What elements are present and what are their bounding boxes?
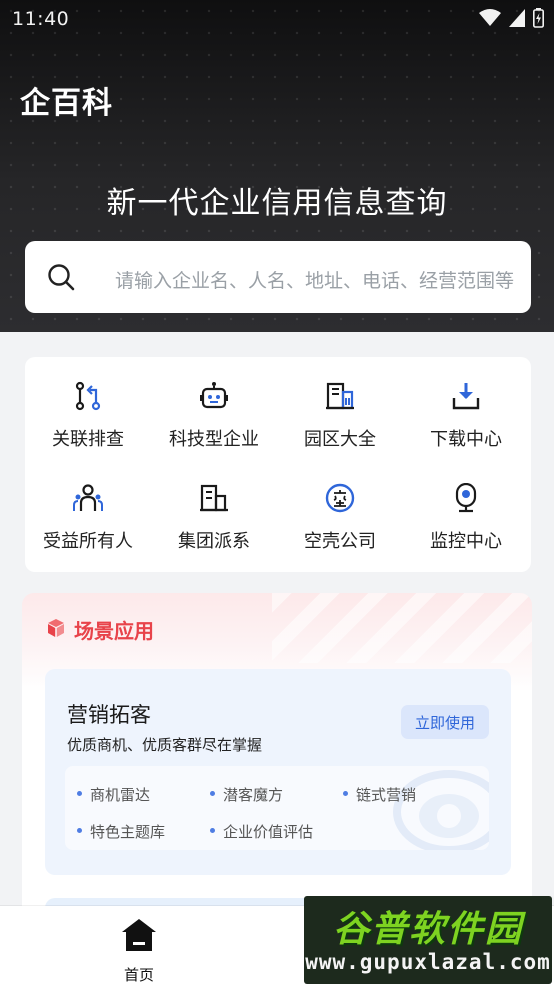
feature-item[interactable]: 特色主题库 [77, 821, 165, 842]
marketing-feature-list: 商机雷达 潜客魔方 链式营销 特色主题库 企业价值评估 [65, 766, 489, 850]
quick-tools-card: 关联排查 科技型企业 园区大全 下载中心 受益所有人 集团派系 空壳公司 监控中… [25, 357, 531, 572]
tool-relation-check[interactable]: 关联排查 [25, 357, 151, 450]
cube-icon [46, 618, 66, 642]
home-icon [121, 918, 157, 956]
shell-company-icon [325, 483, 355, 513]
search-icon [47, 263, 75, 295]
buildings-icon [199, 483, 229, 513]
watermark-logo: 谷普软件园 www.gupuxlazal.com [304, 896, 552, 984]
tool-label: 园区大全 [304, 429, 376, 450]
eye-emblem-icon [379, 766, 489, 850]
decorative-stripes [272, 593, 532, 663]
tool-label: 关联排查 [52, 429, 124, 450]
scene-title: 场景应用 [74, 619, 154, 643]
tool-shell-company[interactable]: 空壳公司 [277, 459, 403, 552]
tool-monitor-center[interactable]: 监控中心 [403, 459, 529, 552]
nav-home[interactable]: 首页 [98, 914, 180, 984]
tool-label: 监控中心 [430, 531, 502, 552]
feature-item[interactable]: 商机雷达 [77, 784, 150, 805]
feature-item[interactable]: 企业价值评估 [210, 821, 313, 842]
relation-check-icon [73, 381, 103, 411]
scene-header: 场景应用 [46, 615, 154, 644]
hero-title: 新一代企业信用信息查询 [106, 186, 448, 221]
status-time: 11:40 [12, 8, 70, 30]
battery-icon [533, 8, 544, 33]
tool-label: 空壳公司 [304, 531, 376, 552]
search-box[interactable]: 请输入企业名、人名、地址、电话、经营范围等 [25, 241, 531, 313]
status-icons [479, 8, 544, 33]
tool-download-center[interactable]: 下载中心 [403, 357, 529, 450]
signal-icon [509, 9, 525, 32]
watermark-title: 谷普软件园 [332, 909, 523, 950]
search-placeholder: 请输入企业名、人名、地址、电话、经营范围等 [115, 270, 515, 292]
feature-item[interactable]: 潜客魔方 [210, 784, 283, 805]
header-hero: 11:40 企百科 新一代企业信用信息查询 请输入企业名、人名、地址、电话、经营… [0, 0, 554, 332]
wifi-icon [479, 9, 501, 32]
tool-group-faction[interactable]: 集团派系 [151, 459, 277, 552]
marketing-title: 营销拓客 [67, 703, 151, 727]
app-brand: 企百科 [20, 86, 113, 121]
people-icon [73, 483, 103, 513]
tool-label: 科技型企业 [169, 429, 259, 450]
marketing-card[interactable]: 营销拓客 优质商机、优质客群尽在掌握 立即使用 商机雷达 潜客魔方 链式营销 特… [45, 669, 511, 875]
tool-tech-enterprise[interactable]: 科技型企业 [151, 357, 277, 450]
robot-icon [199, 381, 229, 411]
tool-label: 集团派系 [178, 531, 250, 552]
watermark-url: www.gupuxlazal.com [305, 950, 551, 974]
camera-icon [451, 482, 481, 513]
download-icon [451, 381, 481, 411]
tool-label: 受益所有人 [43, 531, 133, 552]
status-bar: 11:40 [0, 0, 554, 38]
tool-beneficial-owner[interactable]: 受益所有人 [25, 459, 151, 552]
use-now-button[interactable]: 立即使用 [401, 705, 489, 739]
scene-application-card: 场景应用 营销拓客 优质商机、优质客群尽在掌握 立即使用 商机雷达 潜客魔方 链… [22, 593, 532, 923]
building-icon [325, 381, 355, 411]
tool-park-directory[interactable]: 园区大全 [277, 357, 403, 450]
nav-home-label: 首页 [123, 966, 154, 984]
marketing-subtitle: 优质商机、优质客群尽在掌握 [67, 736, 263, 754]
tool-label: 下载中心 [430, 429, 502, 450]
feature-item[interactable]: 链式营销 [343, 784, 416, 805]
